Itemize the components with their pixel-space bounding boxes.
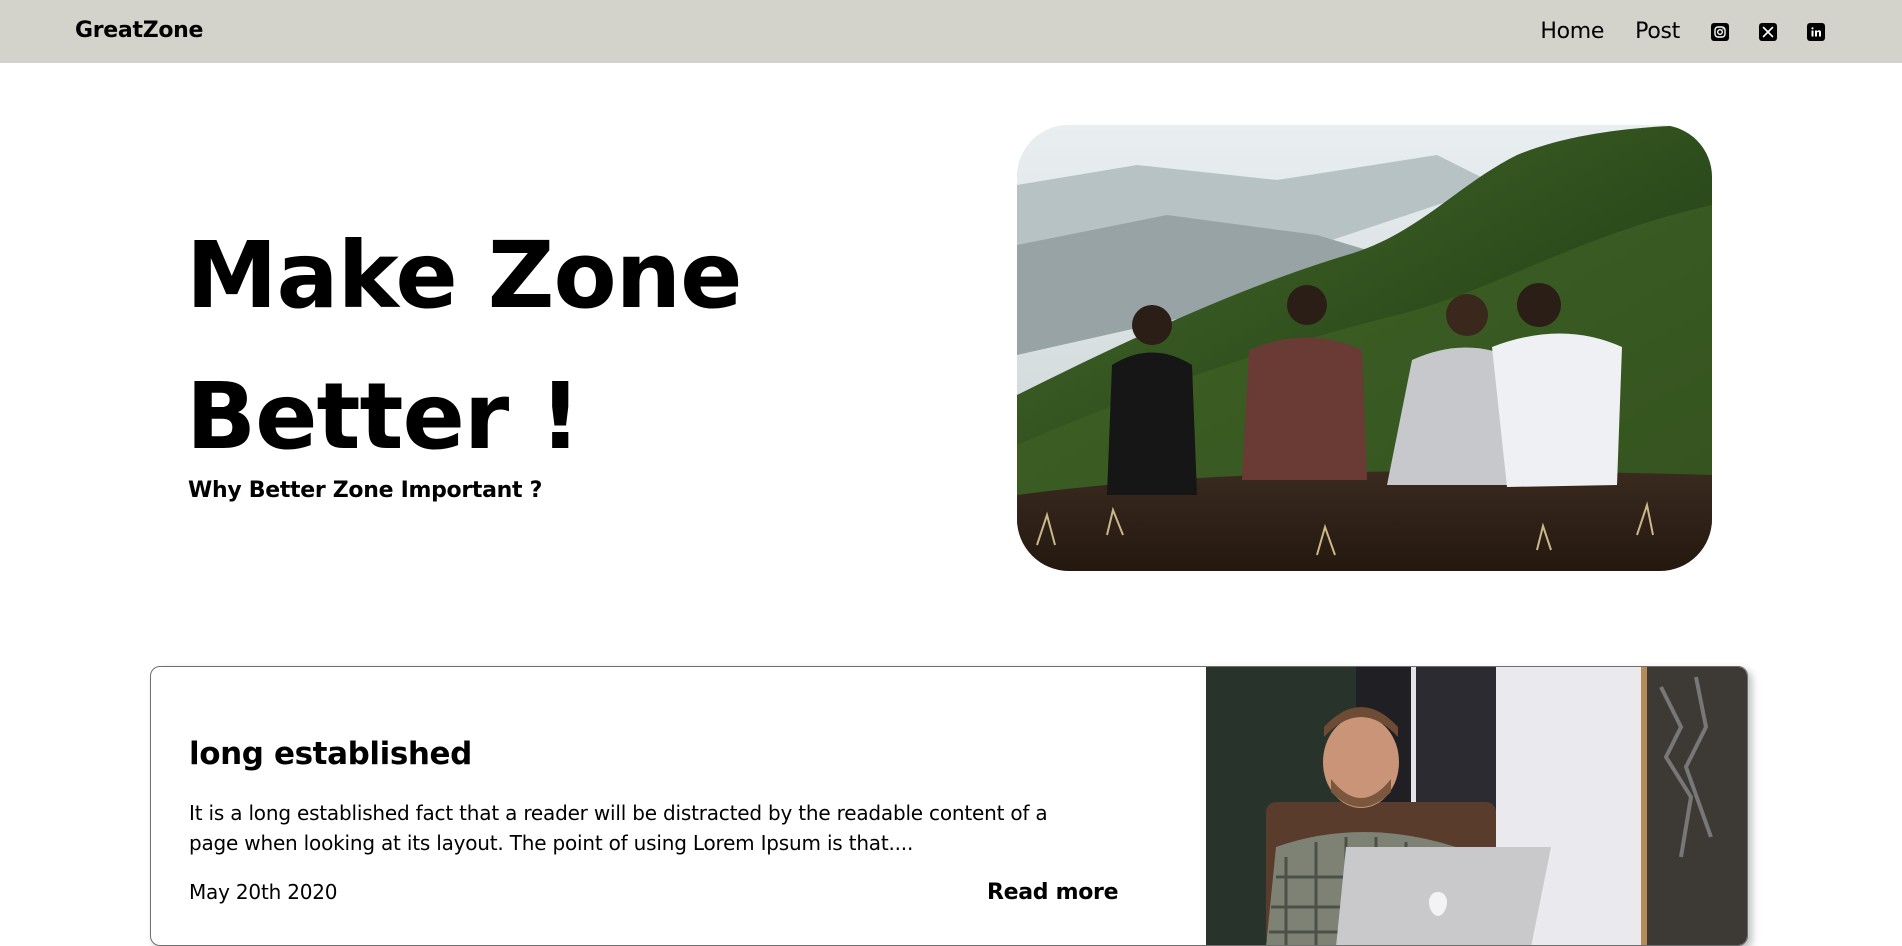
hero-title-line-2: Better !: [186, 363, 581, 470]
navbar: GreatZone Home Post: [0, 0, 1902, 63]
hero-subtitle: Why Better Zone Important ?: [188, 478, 543, 503]
hero-image: [1017, 125, 1712, 571]
post-excerpt: It is a long established fact that a rea…: [189, 801, 1048, 855]
nav-link-home[interactable]: Home: [1540, 19, 1604, 44]
hero-title-line-1: Make Zone: [186, 222, 743, 329]
post-image: [1206, 667, 1747, 945]
post-card: long established It is a long establishe…: [150, 666, 1748, 946]
brand-logo[interactable]: GreatZone: [75, 18, 203, 43]
instagram-icon[interactable]: [1711, 22, 1729, 41]
post-title[interactable]: long established: [189, 736, 472, 772]
nav-link-post[interactable]: Post: [1635, 19, 1680, 44]
x-twitter-icon[interactable]: [1759, 22, 1777, 41]
nav-links: Home Post: [1540, 0, 1825, 63]
linkedin-icon[interactable]: [1807, 22, 1825, 41]
read-more-link[interactable]: Read more: [987, 880, 1119, 905]
post-date: May 20th 2020: [189, 880, 338, 904]
hero-title: Make Zone Better !: [186, 205, 743, 487]
